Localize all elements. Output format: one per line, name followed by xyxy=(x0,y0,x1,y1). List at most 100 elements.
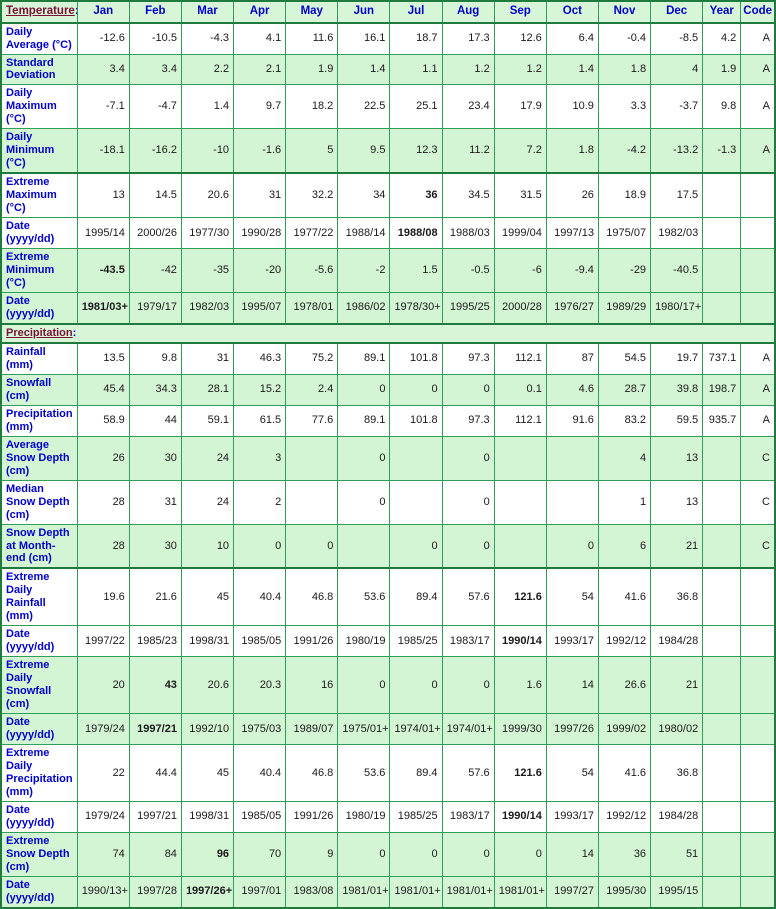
cell-dec: 1984/28 xyxy=(650,625,704,658)
cell-apr: 31 xyxy=(233,172,287,219)
section-header-precipitation: Precipitation: xyxy=(0,322,776,344)
column-header-aug: Aug xyxy=(441,0,495,24)
row-label: Median Snow Depth (cm) xyxy=(0,479,78,525)
cell-dec: 21 xyxy=(650,523,704,569)
cell-may: 16 xyxy=(285,656,339,715)
cell-year xyxy=(702,248,742,293)
cell-may: 2.4 xyxy=(285,373,339,406)
cell-may: 1.9 xyxy=(285,53,339,86)
cell-mar: 1.4 xyxy=(180,84,235,130)
cell-sep xyxy=(493,523,547,569)
row-label: Date (yyyy/dd) xyxy=(0,625,78,658)
section-title-text: Precipitation xyxy=(6,326,73,339)
cell-dec: -3.7 xyxy=(650,84,704,130)
cell-jan: 1995/14 xyxy=(76,217,130,250)
cell-code: A xyxy=(740,53,776,86)
column-header-apr: Apr xyxy=(233,0,287,24)
table-row: Date (yyyy/dd) 1979/24 1997/21 1998/31 1985/… xyxy=(0,800,776,833)
cell-year: 737.1 xyxy=(702,342,742,375)
cell-oct xyxy=(545,435,599,481)
cell-nov: 83.2 xyxy=(597,404,652,437)
cell-feb: 1997/21 xyxy=(128,713,182,746)
cell-aug: 97.3 xyxy=(441,404,495,437)
cell-sep: 1981/01+ xyxy=(493,875,547,909)
cell-mar: -4.3 xyxy=(180,22,235,55)
cell-jun: 1986/02 xyxy=(337,291,391,325)
cell-apr: 40.4 xyxy=(233,744,287,802)
cell-year xyxy=(702,875,742,909)
cell-jun: 89.1 xyxy=(337,342,391,375)
cell-apr: 3 xyxy=(233,435,287,481)
table-row: Date (yyyy/dd) 1990/13+ 1997/28 1997/26+ 199… xyxy=(0,875,776,909)
cell-year xyxy=(702,479,742,525)
cell-jan: 1997/22 xyxy=(76,625,130,658)
cell-apr: 15.2 xyxy=(233,373,287,406)
row-label: Average Snow Depth (cm) xyxy=(0,435,78,481)
cell-year: 4.2 xyxy=(702,22,742,55)
cell-dec: -8.5 xyxy=(650,22,704,55)
cell-mar: 10 xyxy=(180,523,235,569)
cell-oct: 54 xyxy=(545,567,599,627)
cell-nov: -4.2 xyxy=(597,128,652,174)
cell-jan: -12.6 xyxy=(76,22,130,55)
cell-jul xyxy=(389,435,443,481)
cell-nov: -29 xyxy=(597,248,652,293)
cell-feb: 9.8 xyxy=(128,342,182,375)
table-row: Extreme Daily Rainfall (mm) 19.6 21.6 45 40.… xyxy=(0,567,776,627)
cell-oct xyxy=(545,479,599,525)
cell-jan: 1979/24 xyxy=(76,800,130,833)
cell-aug: 97.3 xyxy=(441,342,495,375)
cell-jan: -18.1 xyxy=(76,128,130,174)
cell-sep: 7.2 xyxy=(493,128,547,174)
cell-oct: 0 xyxy=(545,523,599,569)
cell-dec: 13 xyxy=(650,435,704,481)
cell-nov: 1975/07 xyxy=(597,217,652,250)
cell-aug: 0 xyxy=(441,831,495,877)
cell-dec: 1980/02 xyxy=(650,713,704,746)
cell-jan: 74 xyxy=(76,831,130,877)
cell-jul: 101.8 xyxy=(389,342,443,375)
row-label: Date (yyyy/dd) xyxy=(0,217,78,250)
cell-aug: 0 xyxy=(441,435,495,481)
cell-code: A xyxy=(740,128,776,174)
cell-sep: 12.6 xyxy=(493,22,547,55)
cell-sep: 121.6 xyxy=(493,744,547,802)
cell-oct: 14 xyxy=(545,831,599,877)
table-row: Extreme Daily Precipitation (mm) 22 44.4 45… xyxy=(0,744,776,802)
cell-code: C xyxy=(740,523,776,569)
cell-mar: 28.1 xyxy=(180,373,235,406)
climate-data-table: Temperature:JanFebMarAprMayJunJulAugSepO… xyxy=(0,0,776,909)
cell-apr: 2.1 xyxy=(233,53,287,86)
cell-jan: 26 xyxy=(76,435,130,481)
cell-nov: 26.6 xyxy=(597,656,652,715)
row-label: Snow Depth at Month-end (cm) xyxy=(0,523,78,569)
column-header-year: Year xyxy=(702,0,742,24)
row-label: Date (yyyy/dd) xyxy=(0,800,78,833)
cell-apr: 2 xyxy=(233,479,287,525)
cell-aug: -0.5 xyxy=(441,248,495,293)
cell-code: A xyxy=(740,373,776,406)
cell-jun: 1980/19 xyxy=(337,625,391,658)
cell-oct: 10.9 xyxy=(545,84,599,130)
cell-jan: 13 xyxy=(76,172,130,219)
cell-code xyxy=(740,875,776,909)
section-header-temperature: Temperature: xyxy=(0,0,78,24)
cell-apr: 1997/01 xyxy=(233,875,287,909)
cell-nov: 28.7 xyxy=(597,373,652,406)
table-body: Temperature:JanFebMarAprMayJunJulAugSepO… xyxy=(0,0,776,909)
cell-nov: 1 xyxy=(597,479,652,525)
cell-code: C xyxy=(740,435,776,481)
cell-code xyxy=(740,248,776,293)
cell-jul: 1974/01+ xyxy=(389,713,443,746)
cell-jan: 19.6 xyxy=(76,567,130,627)
cell-aug: 0 xyxy=(441,656,495,715)
column-header-jun: Jun xyxy=(337,0,391,24)
cell-year xyxy=(702,831,742,877)
cell-jun: 9.5 xyxy=(337,128,391,174)
cell-year xyxy=(702,435,742,481)
cell-year xyxy=(702,217,742,250)
row-label: Date (yyyy/dd) xyxy=(0,713,78,746)
table-row: Precipitation (mm) 58.9 44 59.1 61.5 77.6 89.1… xyxy=(0,404,776,437)
cell-code: A xyxy=(740,84,776,130)
cell-mar: 24 xyxy=(180,435,235,481)
